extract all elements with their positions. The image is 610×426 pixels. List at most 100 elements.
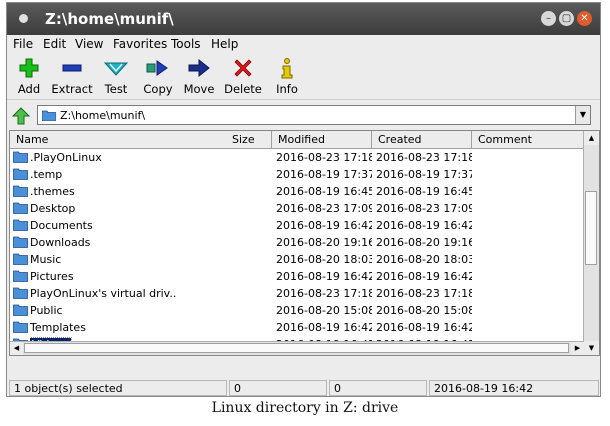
folder-icon <box>13 287 28 299</box>
file-created: 2016-08-19 17:37 <box>376 168 472 181</box>
address-field[interactable]: Z:\home\munif\ ▼ <box>37 105 591 125</box>
scroll-up-arrow-icon[interactable]: ▲ <box>584 131 599 145</box>
window-menu-icon[interactable] <box>19 14 28 23</box>
file-name: .themes <box>30 185 75 198</box>
folder-icon <box>13 270 28 282</box>
file-modified: 2016-08-19 16:42 <box>276 270 372 283</box>
window-title: Z:\home\munif\ <box>45 10 174 28</box>
plus-icon <box>19 58 39 78</box>
address-path: Z:\home\munif\ <box>60 109 146 122</box>
menu-view[interactable]: View <box>75 37 103 51</box>
test-button[interactable]: Test <box>101 57 131 96</box>
menu-tools[interactable]: Tools <box>171 37 201 51</box>
file-created: 2016-08-23 17:18 <box>376 287 472 300</box>
menu-favorites[interactable]: Favorites <box>113 37 167 51</box>
file-modified: 2016-08-23 17:09 <box>276 202 372 215</box>
folder-icon <box>13 202 28 214</box>
title-bar[interactable]: Z:\home\munif\ – ▢ ✕ <box>7 3 600 35</box>
file-name: Documents <box>30 219 93 232</box>
test-label: Test <box>104 82 128 96</box>
table-row[interactable]: Music 2016-08-20 18:03 2016-08-20 18:03 <box>10 251 584 268</box>
file-modified: 2016-08-19 16:42 <box>276 321 372 334</box>
checkmark-icon <box>104 62 128 76</box>
table-row[interactable]: Downloads 2016-08-20 19:16 2016-08-20 19:1… <box>10 234 584 251</box>
menu-bar: File Edit View Favorites Tools Help <box>7 35 600 53</box>
file-name: Pictures <box>30 270 74 283</box>
address-dropdown-button[interactable]: ▼ <box>575 106 590 124</box>
status-size: 0 <box>229 380 327 396</box>
delete-label: Delete <box>224 82 262 96</box>
file-modified: 2016-08-20 15:08 <box>276 304 372 317</box>
copy-label: Copy <box>143 82 173 96</box>
menu-help[interactable]: Help <box>211 37 238 51</box>
delete-button[interactable]: Delete <box>223 57 263 96</box>
vertical-scrollbar[interactable]: ▲ ▼ <box>583 131 599 355</box>
file-name: .PlayOnLinux <box>30 151 102 164</box>
table-row[interactable]: .PlayOnLinux 2016-08-23 17:18 2016-08-23 1… <box>10 149 584 166</box>
column-header-modified[interactable]: Modified <box>272 131 372 148</box>
horizontal-scrollbar[interactable]: ◀ ▶ <box>10 341 584 355</box>
folder-icon <box>13 304 28 316</box>
menu-file[interactable]: File <box>13 37 33 51</box>
file-name: PlayOnLinux's virtual driv... <box>30 287 176 300</box>
figure-caption: Linux directory in Z: drive <box>211 400 399 416</box>
toolbar: Add Extract Test Copy Move Delete Info <box>7 55 600 100</box>
table-row[interactable]: Pictures 2016-08-19 16:42 2016-08-19 16:42 <box>10 268 584 285</box>
file-name: .temp <box>30 168 63 181</box>
horizontal-scroll-thumb[interactable] <box>24 343 569 353</box>
folder-icon <box>13 168 28 180</box>
file-modified: 2016-08-23 17:18 <box>276 287 372 300</box>
table-row[interactable]: .themes 2016-08-19 16:45 2016-08-19 16:45 <box>10 183 584 200</box>
column-header-created[interactable]: Created <box>372 131 472 148</box>
scroll-right-arrow-icon[interactable]: ▶ <box>571 342 584 355</box>
info-button[interactable]: Info <box>273 57 301 96</box>
status-selection: 1 object(s) selected <box>9 380 227 396</box>
folder-icon <box>13 321 28 333</box>
extract-button[interactable]: Extract <box>51 57 93 96</box>
status-packed-size: 0 <box>329 380 427 396</box>
move-button[interactable]: Move <box>183 57 215 96</box>
file-list: Name Size Modified Created Comment .Play… <box>9 130 600 356</box>
table-row[interactable]: Templates 2016-08-19 16:42 2016-08-19 16:4… <box>10 319 584 336</box>
x-icon <box>234 59 252 77</box>
file-modified: 2016-08-20 19:16 <box>276 236 372 249</box>
file-name: Public <box>30 304 63 317</box>
copy-button[interactable]: Copy <box>143 57 173 96</box>
file-modified: 2016-08-19 16:45 <box>276 185 372 198</box>
menu-edit[interactable]: Edit <box>43 37 66 51</box>
list-header: Name Size Modified Created Comment <box>10 131 584 149</box>
file-name: Templates <box>30 321 86 334</box>
table-row[interactable]: .temp 2016-08-19 17:37 2016-08-19 17:37 <box>10 166 584 183</box>
scroll-down-arrow-icon[interactable]: ▼ <box>584 341 599 355</box>
add-button[interactable]: Add <box>15 57 43 96</box>
scroll-left-arrow-icon[interactable]: ◀ <box>10 342 23 355</box>
info-icon <box>281 58 293 79</box>
address-bar: Z:\home\munif\ ▼ <box>7 103 600 129</box>
table-row[interactable]: PlayOnLinux's virtual driv... 2016-08-23 … <box>10 285 584 302</box>
up-folder-icon[interactable] <box>11 107 31 125</box>
maximize-button[interactable]: ▢ <box>559 11 574 26</box>
file-created: 2016-08-23 17:18 <box>376 151 472 164</box>
table-row[interactable]: Desktop 2016-08-23 17:09 2016-08-23 17:09 <box>10 200 584 217</box>
close-button[interactable]: ✕ <box>577 11 592 26</box>
status-bar: 1 object(s) selected 0 0 2016-08-19 16:4… <box>7 377 600 396</box>
status-date: 2016-08-19 16:42 <box>429 380 599 396</box>
folder-icon <box>42 110 56 121</box>
column-header-size[interactable]: Size <box>232 131 272 148</box>
arrow-right-icon <box>188 58 210 78</box>
table-row[interactable]: Documents 2016-08-19 16:42 2016-08-19 16:4… <box>10 217 584 234</box>
file-modified: 2016-08-19 16:42 <box>276 219 372 232</box>
column-header-comment[interactable]: Comment <box>472 131 584 148</box>
table-row[interactable]: Public 2016-08-20 15:08 2016-08-20 15:08 <box>10 302 584 319</box>
file-modified: 2016-08-20 18:03 <box>276 253 372 266</box>
file-created: 2016-08-19 16:45 <box>376 185 472 198</box>
minimize-button[interactable]: – <box>541 11 556 26</box>
folder-icon <box>13 236 28 248</box>
file-name: Music <box>30 253 62 266</box>
vertical-scroll-thumb[interactable] <box>585 191 597 265</box>
move-label: Move <box>183 82 215 96</box>
file-name: Downloads <box>30 236 91 249</box>
file-created: 2016-08-20 15:08 <box>376 304 472 317</box>
file-modified: 2016-08-23 17:18 <box>276 151 372 164</box>
folder-icon <box>13 253 28 265</box>
